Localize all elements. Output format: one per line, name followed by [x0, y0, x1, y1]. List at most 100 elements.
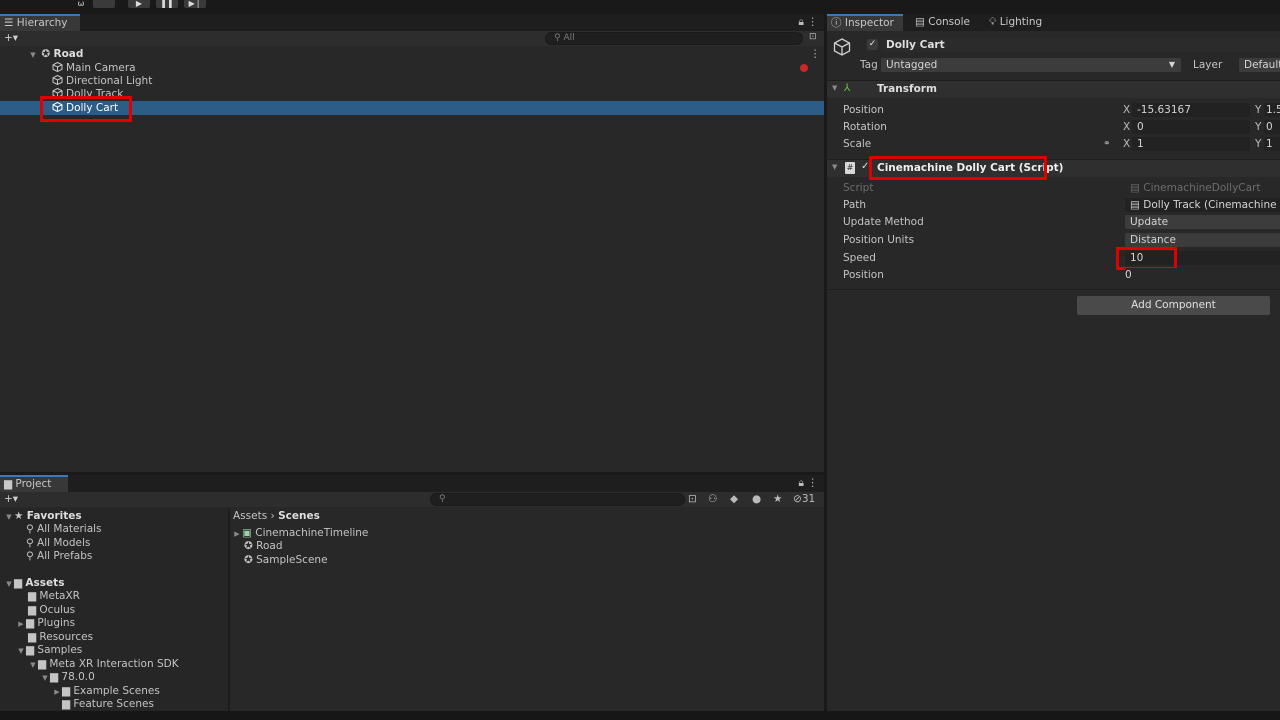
breadcrumb-assets[interactable]: Assets — [233, 510, 267, 522]
folder-item[interactable]: ▶ ▆ Plugins — [16, 617, 75, 630]
lock-icon[interactable]: 🔒︎ — [798, 477, 804, 490]
star-icon: ★ — [14, 510, 27, 522]
layout-icon[interactable] — [93, 0, 115, 8]
kebab-menu-icon[interactable]: ⋮ — [808, 16, 819, 28]
lock-icon[interactable]: 🔒︎ — [798, 16, 804, 29]
gameobject-large-icon — [833, 38, 851, 59]
tag-dropdown[interactable]: Untagged ▼ — [881, 58, 1181, 72]
folder-item[interactable]: ▆ MetaXR — [28, 590, 80, 603]
rotation-x-field[interactable]: 0 — [1132, 120, 1250, 134]
folder-label: Feature Scenes — [73, 698, 154, 710]
folder-icon: ▆ — [62, 685, 74, 697]
chevron-down-icon[interactable]: ▼ — [40, 672, 50, 685]
project-split-divider[interactable] — [228, 508, 230, 711]
hidden-count: 31 — [801, 493, 816, 505]
tab-hierarchy[interactable]: ☰ Hierarchy — [0, 14, 80, 31]
play-button[interactable]: ▶ — [128, 0, 150, 8]
favorites-label: Favorites — [26, 510, 82, 522]
foldout-arrow-icon[interactable]: ▼ — [832, 84, 837, 92]
position-x-field[interactable]: -15.63167 — [1132, 103, 1250, 117]
layer-dropdown[interactable]: Default — [1239, 58, 1280, 72]
path-object-field[interactable]: ▤ Dolly Track (Cinemachine Smo — [1125, 198, 1280, 212]
folder-icon: ▆ — [28, 631, 40, 643]
hidden-packages-toggle[interactable]: ⊘31 — [793, 492, 815, 506]
chevron-down-icon[interactable]: ▼ — [28, 49, 38, 62]
folder-label: 78.0.0 — [61, 671, 95, 683]
favorite-item[interactable]: ⚲ All Models — [26, 537, 90, 550]
chevron-right-icon[interactable]: ▶ — [16, 618, 26, 631]
chevron-down-icon[interactable]: ▼ — [4, 578, 14, 591]
chevron-right-icon[interactable]: ▶ — [232, 528, 242, 541]
breadcrumb-scenes[interactable]: Scenes — [278, 510, 320, 522]
favorite-star-icon[interactable]: ★ — [773, 492, 782, 506]
tab-project[interactable]: ▆ Project — [0, 475, 68, 492]
folder-item[interactable]: ▼ ▆ Meta XR Interaction SDK — [28, 658, 178, 672]
favorites-row[interactable]: ▼ ★ Favorites — [4, 510, 82, 524]
folder-item[interactable]: ▶ ▆ Example Scenes — [52, 685, 160, 698]
panel-divider-horizontal[interactable] — [0, 472, 824, 475]
tab-lighting[interactable]: 💡︎ Lighting — [985, 14, 1048, 31]
create-button[interactable]: +▾ — [4, 492, 18, 506]
favorite-item[interactable]: ⚲ All Prefabs — [26, 550, 92, 563]
layer-value: Default — [1244, 59, 1280, 71]
create-button[interactable]: +▾ — [4, 31, 18, 45]
file-item[interactable]: ✪ Road — [244, 540, 283, 553]
add-component-button[interactable]: Add Component — [1077, 296, 1270, 315]
update-method-dropdown[interactable]: Update — [1125, 215, 1280, 229]
undo-history-icon[interactable]: ω — [74, 0, 88, 8]
folder-item[interactable]: ▆ Feature Scenes — [62, 698, 154, 711]
transform-header[interactable]: ▼ ⅄ Transform — [827, 80, 1280, 98]
scene-name: Road — [53, 48, 84, 60]
hierarchy-item-directional-light[interactable]: Directional Light — [52, 75, 152, 88]
hierarchy-item-label: Dolly Track — [66, 88, 124, 96]
kebab-menu-icon[interactable]: ⋮ — [808, 477, 819, 489]
scene-row[interactable]: ▼ ✪ Road — [28, 48, 818, 61]
hierarchy-search-input[interactable]: ⚲ All — [545, 32, 803, 45]
tag-label: Tag — [860, 59, 878, 71]
scene-visibility-icon[interactable]: ⊡ — [809, 32, 817, 42]
chevron-right-icon[interactable]: ▶ — [52, 686, 62, 699]
folder-item[interactable]: ▼ ▆ Samples — [16, 644, 82, 657]
tab-inspector[interactable]: ⓘ Inspector — [827, 14, 903, 31]
folder-item[interactable]: ▆ Oculus — [28, 604, 75, 617]
file-item[interactable]: ▶ ▣ CinemachineTimeline — [232, 527, 368, 540]
constrain-proportions-icon[interactable]: ⚭ — [1103, 137, 1111, 151]
project-search-input[interactable]: ⚲ — [430, 493, 685, 506]
speed-label: Speed — [843, 252, 876, 264]
foldout-arrow-icon[interactable]: ▼ — [832, 163, 837, 171]
object-name-field[interactable]: Dolly Cart — [881, 38, 1280, 52]
assets-row[interactable]: ▼ ▆ Assets — [4, 577, 64, 590]
rotation-y-field[interactable]: 0 — [1264, 120, 1280, 134]
folder-item[interactable]: ▼ ▆ 78.0.0 — [40, 671, 95, 684]
chevron-down-icon[interactable]: ▼ — [4, 511, 14, 524]
panel-divider[interactable] — [824, 14, 827, 711]
active-checkbox[interactable]: ✓ — [867, 39, 878, 50]
file-item[interactable]: ✪ SampleScene — [244, 554, 328, 567]
pause-button[interactable]: ❚❚ — [156, 0, 178, 8]
position-units-dropdown[interactable]: Distance — [1125, 233, 1280, 247]
folder-open-icon: ▆ — [14, 577, 26, 589]
scale-y-value: 1 — [1266, 138, 1273, 150]
tab-console[interactable]: ▤ Console — [911, 14, 976, 31]
chevron-down-icon[interactable]: ▼ — [28, 659, 38, 672]
hierarchy-item-main-camera[interactable]: Main Camera — [52, 62, 136, 75]
position-y-field[interactable]: 1.5 — [1264, 103, 1280, 117]
search-by-type-icon[interactable]: ⊡ — [688, 492, 697, 506]
folder-icon: ▆ — [28, 590, 40, 602]
alert-icon[interactable]: ● — [752, 492, 761, 506]
scale-x-field[interactable]: 1 — [1132, 137, 1250, 151]
step-button[interactable]: ▶❘ — [184, 0, 206, 8]
chevron-down-icon[interactable]: ▼ — [16, 645, 26, 658]
scene-menu-icon[interactable]: ⋮ — [810, 48, 821, 60]
folder-label: MetaXR — [39, 590, 80, 602]
tag-icon[interactable]: ◆ — [730, 492, 738, 506]
hierarchy-item-dolly-track[interactable]: Dolly Track — [52, 88, 123, 96]
scale-y-field[interactable]: 1 — [1264, 137, 1280, 151]
search-by-label-icon[interactable]: ⚇ — [708, 492, 717, 506]
script-file-icon: ▤ — [1130, 182, 1140, 194]
favorite-item[interactable]: ⚲ All Materials — [26, 523, 102, 536]
folder-icon: ▆ — [28, 604, 40, 616]
axis-y-label: Y — [1255, 104, 1262, 116]
folder-item[interactable]: ▆ Resources — [28, 631, 93, 644]
cart-position-field[interactable]: 0 — [1125, 268, 1280, 282]
